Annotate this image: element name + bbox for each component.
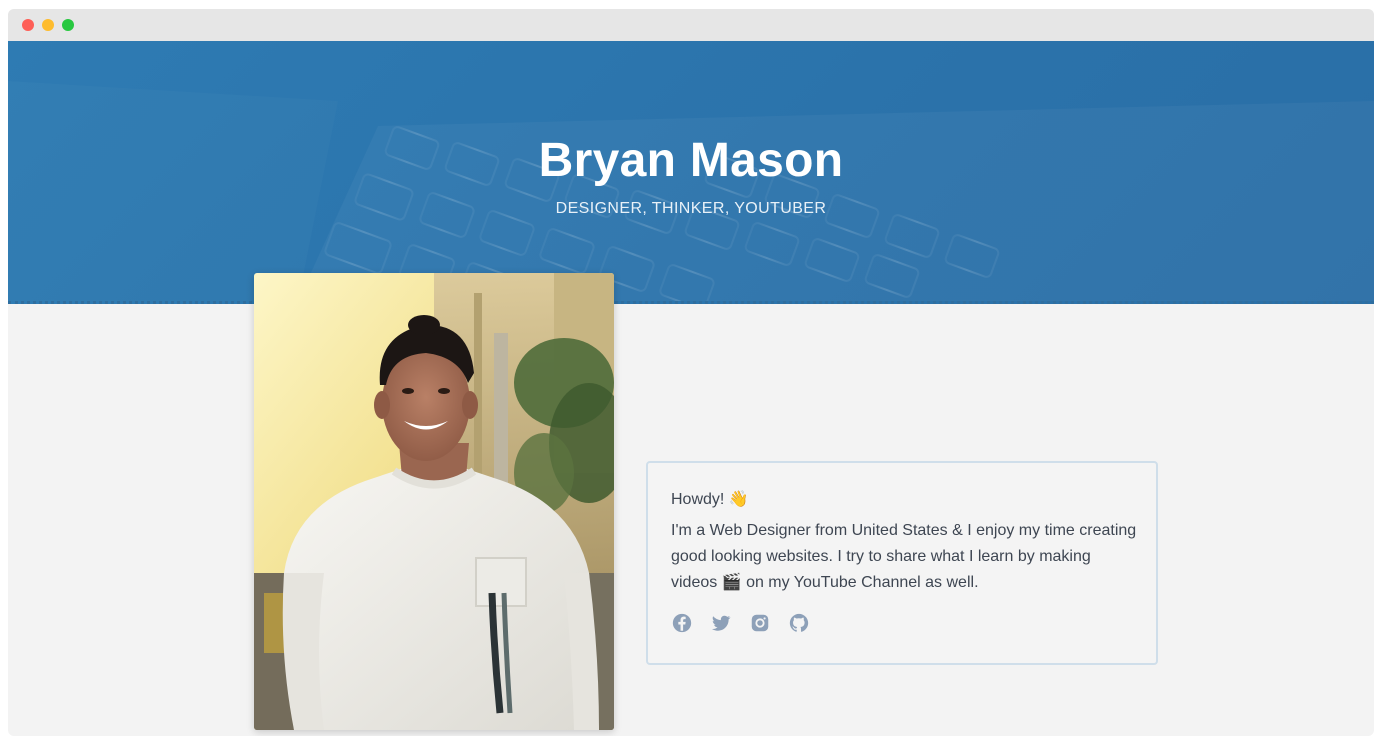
- facebook-link[interactable]: [671, 612, 693, 634]
- twitter-link[interactable]: [710, 612, 732, 634]
- profile-photo: [254, 273, 614, 730]
- page-subtitle: DESIGNER, THINKER, YOUTUBER: [555, 200, 827, 217]
- greeting-text: Howdy! 👋: [671, 491, 749, 508]
- instagram-link[interactable]: [749, 612, 771, 634]
- maximize-window-button[interactable]: [62, 19, 74, 31]
- facebook-icon: [672, 613, 692, 633]
- page-title: Bryan Mason: [538, 134, 844, 187]
- bio-text: I'm a Web Designer from United States & …: [671, 522, 1137, 591]
- twitter-icon: [712, 615, 731, 631]
- intro-card: Howdy! 👋 I'm a Web Designer from United …: [646, 461, 1158, 665]
- window-titlebar: [8, 9, 1374, 41]
- github-link[interactable]: [788, 612, 810, 634]
- github-icon: [789, 613, 809, 632]
- browser-window: Bryan Mason DESIGNER, THINKER, YOUTUBER: [8, 9, 1374, 736]
- close-window-button[interactable]: [22, 19, 34, 31]
- minimize-window-button[interactable]: [42, 19, 54, 31]
- profile-photo-image: [254, 273, 614, 730]
- hero-banner: Bryan Mason DESIGNER, THINKER, YOUTUBER: [8, 41, 1374, 304]
- instagram-icon: [751, 614, 769, 632]
